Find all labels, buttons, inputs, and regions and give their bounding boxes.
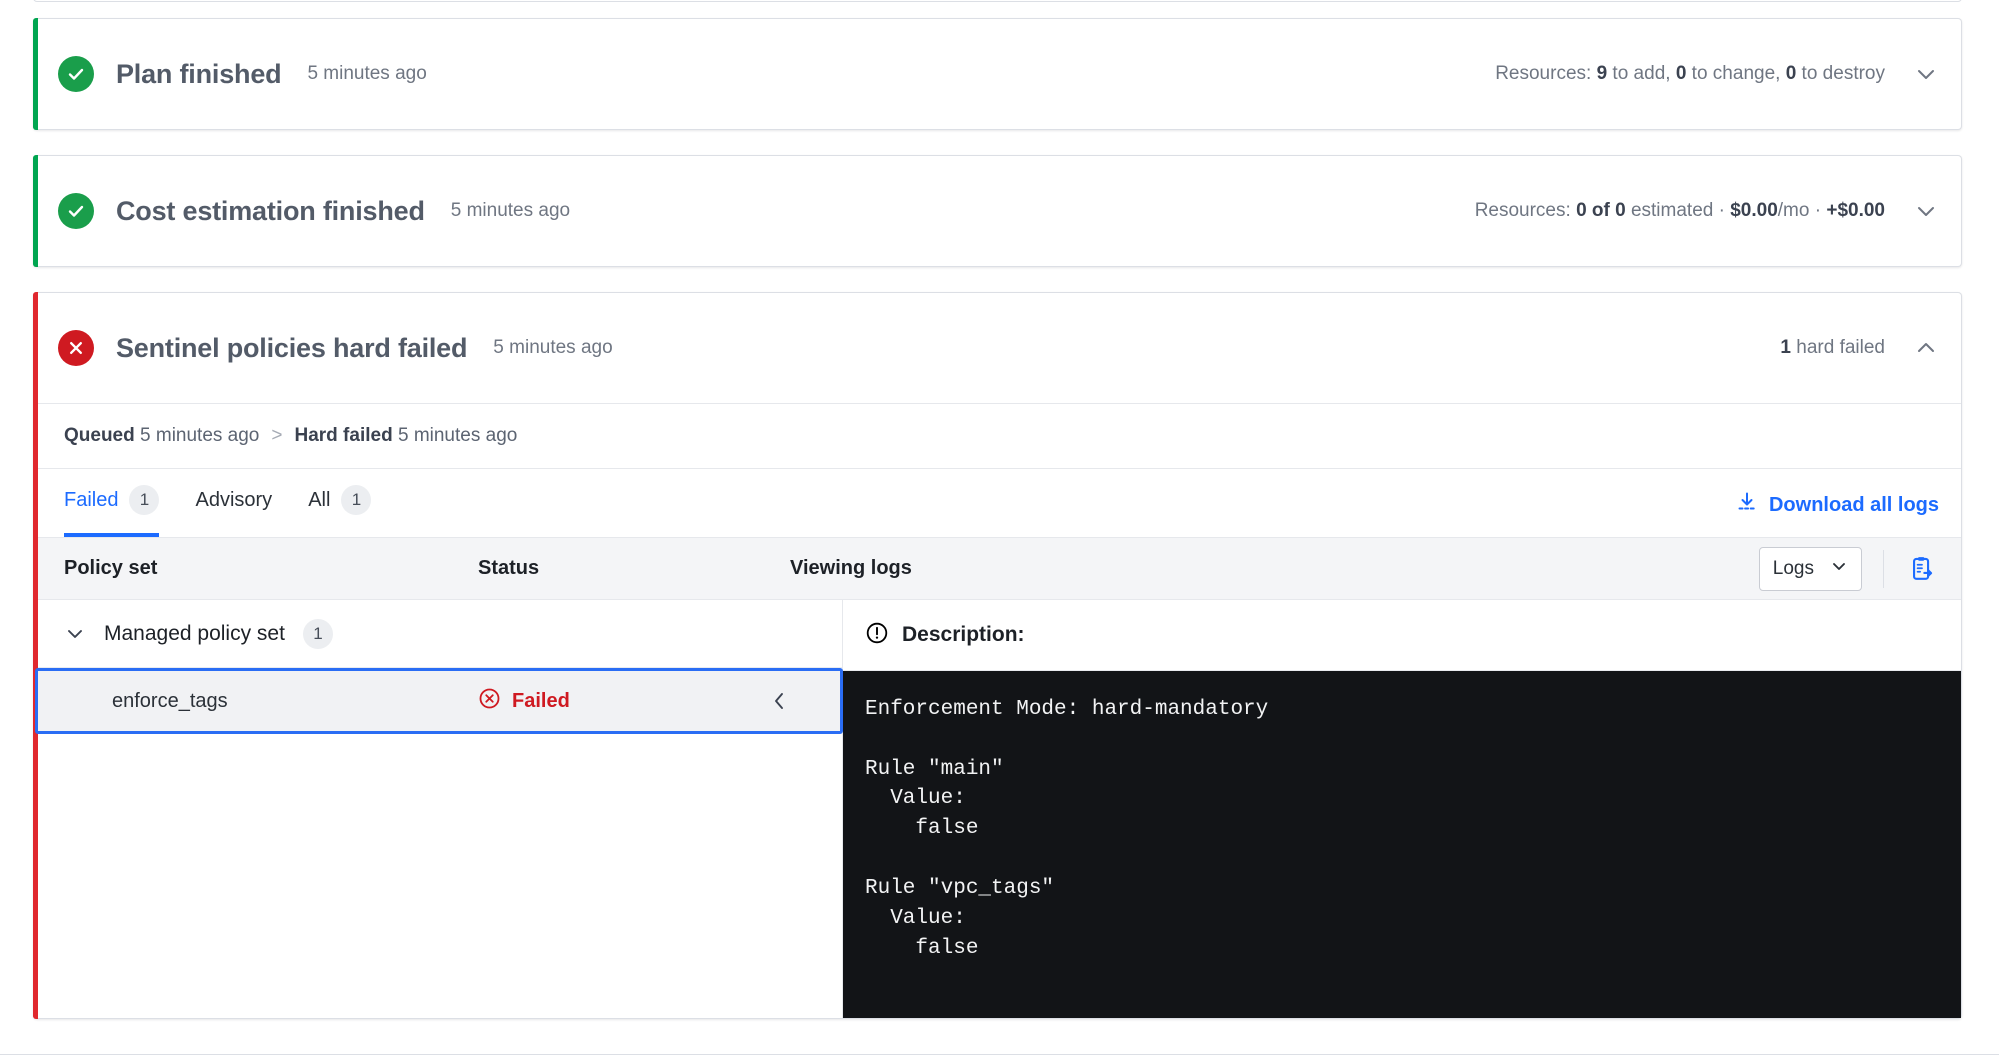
cost-estimated-label: estimated · bbox=[1625, 200, 1731, 221]
timeline-queued-label: Queued bbox=[64, 425, 135, 446]
policy-row-status-label: Failed bbox=[512, 689, 570, 712]
column-policy-set: Policy set bbox=[64, 557, 158, 579]
page-bottom-edge bbox=[0, 1054, 1999, 1058]
plan-destroy-count: 0 bbox=[1785, 63, 1797, 84]
cost-estimated-count: 0 of 0 bbox=[1576, 200, 1626, 221]
cost-meta-prefix: Resources: bbox=[1474, 200, 1577, 221]
plan-destroy-label: to destroy bbox=[1796, 63, 1885, 84]
policy-log-output: Enforcement Mode: hard-mandatory Rule "m… bbox=[843, 671, 1961, 1018]
sentinel-policies-card[interactable]: Sentinel policies hard failed 5 minutes … bbox=[33, 292, 1962, 1019]
cost-card-header[interactable]: Cost estimation finished 5 minutes ago R… bbox=[38, 156, 1961, 266]
plan-status-edge bbox=[33, 18, 38, 130]
toolbar-divider bbox=[1883, 549, 1884, 588]
log-toolbar: Logs bbox=[1758, 546, 1961, 591]
cost-estimation-card[interactable]: Cost estimation finished 5 minutes ago R… bbox=[33, 155, 1962, 267]
check-circle-icon bbox=[58, 56, 94, 92]
policy-detail-split: Managed policy set 1 enforce_tags Failed bbox=[35, 600, 1961, 1018]
chevron-up-icon[interactable] bbox=[1913, 335, 1939, 361]
chevron-down-icon bbox=[64, 623, 86, 645]
timeline-queued-time: 5 minutes ago bbox=[140, 425, 260, 446]
policy-row-name: enforce_tags bbox=[112, 689, 228, 712]
policy-group-managed-policy-set[interactable]: Managed policy set 1 bbox=[38, 600, 842, 668]
sentinel-tabbar: Failed 1 Advisory All 1 Download all log… bbox=[38, 468, 1961, 537]
sentinel-failed-label: hard failed bbox=[1790, 337, 1885, 358]
timeline-failed-time: 5 minutes ago bbox=[397, 425, 518, 446]
column-status: Status bbox=[478, 557, 540, 579]
plan-change-label: to change, bbox=[1686, 63, 1786, 84]
sentinel-timestamp: 5 minutes ago bbox=[493, 337, 613, 358]
tab-advisory-label: Advisory bbox=[195, 488, 273, 511]
cost-monthly-label: /mo · bbox=[1777, 200, 1827, 221]
policy-row-status: Failed bbox=[478, 687, 768, 716]
download-all-logs-button[interactable]: Download all logs bbox=[1736, 491, 1939, 537]
plan-header-left: Plan finished 5 minutes ago bbox=[58, 56, 1495, 92]
plan-resource-summary: Resources: 9 to add, 0 to change, 0 to d… bbox=[1495, 63, 1885, 85]
log-description-header: Description: bbox=[843, 600, 1961, 671]
tab-all-label: All bbox=[308, 488, 331, 511]
policy-row-enforce-tags[interactable]: enforce_tags Failed bbox=[35, 668, 843, 734]
run-status-page: Plan finished 5 minutes ago Resources: 9… bbox=[0, 0, 1999, 1058]
cost-monthly-amount: $0.00 bbox=[1730, 200, 1778, 221]
chevron-down-icon[interactable] bbox=[1913, 61, 1939, 87]
chevron-down-icon bbox=[1830, 557, 1848, 581]
tab-failed-count: 1 bbox=[129, 485, 160, 515]
timeline-failed-label: Hard failed bbox=[294, 425, 393, 446]
plan-add-label: to add, bbox=[1607, 63, 1676, 84]
sentinel-timeline: Queued 5 minutes ago > Hard failed 5 minut… bbox=[38, 403, 1961, 468]
check-circle-icon bbox=[58, 193, 94, 229]
plan-header-right: Resources: 9 to add, 0 to change, 0 to d… bbox=[1495, 61, 1939, 87]
log-description-label: Description: bbox=[902, 623, 1025, 646]
tab-all-count: 1 bbox=[341, 485, 372, 515]
cost-resource-summary: Resources: 0 of 0 estimated · $0.00/mo ·… bbox=[1475, 200, 1885, 222]
tab-failed-label: Failed bbox=[64, 488, 119, 511]
download-all-logs-label: Download all logs bbox=[1768, 493, 1939, 516]
cost-delta-amount: +$0.00 bbox=[1826, 200, 1885, 221]
page-top-edge bbox=[33, 0, 1962, 2]
tab-advisory[interactable]: Advisory bbox=[195, 469, 272, 537]
tab-all[interactable]: All 1 bbox=[308, 469, 372, 537]
error-circle-outline-icon bbox=[478, 687, 501, 716]
tab-failed[interactable]: Failed 1 bbox=[64, 469, 160, 537]
plan-timestamp: 5 minutes ago bbox=[307, 63, 427, 84]
plan-title: Plan finished bbox=[116, 58, 282, 89]
sentinel-header-left: Sentinel policies hard failed 5 minutes … bbox=[58, 330, 1780, 366]
chevron-down-icon[interactable] bbox=[1913, 198, 1939, 224]
cost-title: Cost estimation finished bbox=[116, 195, 425, 226]
policy-table-header: Policy set Status Viewing logs Logs bbox=[38, 537, 1961, 600]
policy-tabs: Failed 1 Advisory All 1 bbox=[64, 469, 372, 537]
sentinel-failed-count: 1 bbox=[1780, 337, 1791, 358]
plan-meta-prefix: Resources: bbox=[1495, 63, 1597, 84]
copy-logs-button[interactable] bbox=[1905, 552, 1939, 586]
logs-select[interactable]: Logs bbox=[1758, 546, 1862, 591]
logs-select-value: Logs bbox=[1772, 557, 1814, 579]
log-viewer-pane: Description: Enforcement Mode: hard-mand… bbox=[843, 600, 1961, 1018]
cost-timestamp: 5 minutes ago bbox=[450, 200, 571, 221]
sentinel-card-header[interactable]: Sentinel policies hard failed 5 minutes … bbox=[38, 293, 1961, 403]
policy-group-count: 1 bbox=[302, 618, 333, 649]
plan-change-count: 0 bbox=[1675, 63, 1687, 84]
plan-add-count: 9 bbox=[1596, 63, 1608, 84]
sentinel-header-right: 1 hard failed bbox=[1780, 335, 1939, 361]
error-circle-icon bbox=[58, 330, 94, 366]
cost-header-left: Cost estimation finished 5 minutes ago bbox=[58, 193, 1475, 229]
column-viewing-logs: Viewing logs bbox=[790, 557, 912, 579]
cost-status-edge bbox=[33, 155, 38, 267]
policy-list-pane: Managed policy set 1 enforce_tags Failed bbox=[35, 600, 843, 1018]
sentinel-failure-summary: 1 hard failed bbox=[1780, 337, 1885, 359]
download-icon bbox=[1736, 491, 1758, 519]
sentinel-title: Sentinel policies hard failed bbox=[116, 332, 468, 363]
plan-card-header[interactable]: Plan finished 5 minutes ago Resources: 9… bbox=[38, 19, 1961, 129]
plan-finished-card[interactable]: Plan finished 5 minutes ago Resources: 9… bbox=[33, 18, 1962, 130]
info-circle-icon bbox=[865, 621, 889, 650]
chevron-left-icon[interactable] bbox=[768, 690, 840, 712]
cost-header-right: Resources: 0 of 0 estimated · $0.00/mo ·… bbox=[1475, 198, 1939, 224]
policy-group-name: Managed policy set bbox=[104, 621, 285, 645]
timeline-separator: > bbox=[271, 425, 283, 446]
